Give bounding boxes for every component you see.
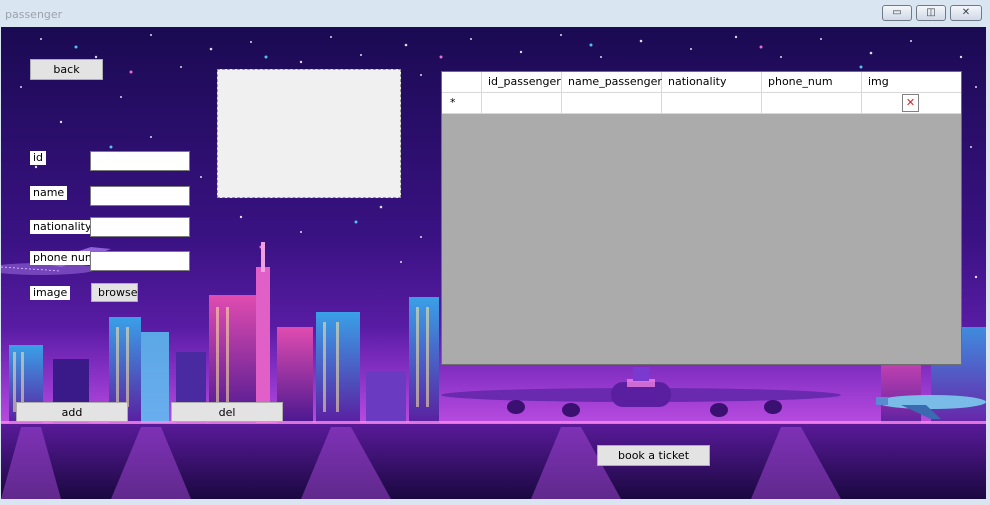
minimize-button[interactable]: ▭ <box>882 5 912 21</box>
phone-num-field[interactable] <box>90 251 190 271</box>
cell-id-passenger[interactable] <box>482 93 562 114</box>
phone-num-label: phone num <box>30 251 99 265</box>
missing-image-icon: ✕ <box>902 94 919 112</box>
close-button[interactable]: ✕ <box>950 5 982 21</box>
id-label: id <box>30 151 47 165</box>
name-label: name <box>30 186 68 200</box>
column-header-id-passenger[interactable]: id_passenger <box>482 72 562 93</box>
nationality-label: nationality <box>30 220 95 234</box>
cell-img[interactable]: ✕ <box>862 93 961 114</box>
passenger-picture-box <box>217 69 401 198</box>
column-header-nationality[interactable]: nationality <box>662 72 762 93</box>
back-button[interactable]: back <box>30 59 103 80</box>
browse-button[interactable]: browse <box>91 283 138 302</box>
cell-name-passenger[interactable] <box>562 93 662 114</box>
column-header-phone-num[interactable]: phone_num <box>762 72 862 93</box>
passenger-data-grid[interactable]: id_passenger name_passenger nationality … <box>441 71 962 365</box>
window-title: passenger <box>5 8 63 21</box>
nationality-field[interactable] <box>90 217 190 237</box>
add-button[interactable]: add <box>16 402 128 422</box>
cell-nationality[interactable] <box>662 93 762 114</box>
column-header-name-passenger[interactable]: name_passenger <box>562 72 662 93</box>
book-ticket-button[interactable]: book a ticket <box>597 445 710 466</box>
name-field[interactable] <box>90 186 190 206</box>
title-bar: passenger ▭ ◫ ✕ <box>0 0 990 27</box>
window-border-right <box>986 27 990 499</box>
window-client: back id name nationality phone num image… <box>1 27 986 499</box>
column-header-img[interactable]: img <box>862 72 961 93</box>
window-border-bottom <box>0 499 990 505</box>
grid-row-header-corner <box>442 72 482 93</box>
grid-header-row: id_passenger name_passenger nationality … <box>442 72 961 93</box>
grid-new-row[interactable]: * ✕ <box>442 93 961 114</box>
del-button[interactable]: del <box>171 402 283 422</box>
new-row-marker: * <box>442 93 482 114</box>
image-label: image <box>30 286 71 300</box>
id-field[interactable] <box>90 151 190 171</box>
maximize-button[interactable]: ◫ <box>916 5 946 21</box>
cell-phone-num[interactable] <box>762 93 862 114</box>
